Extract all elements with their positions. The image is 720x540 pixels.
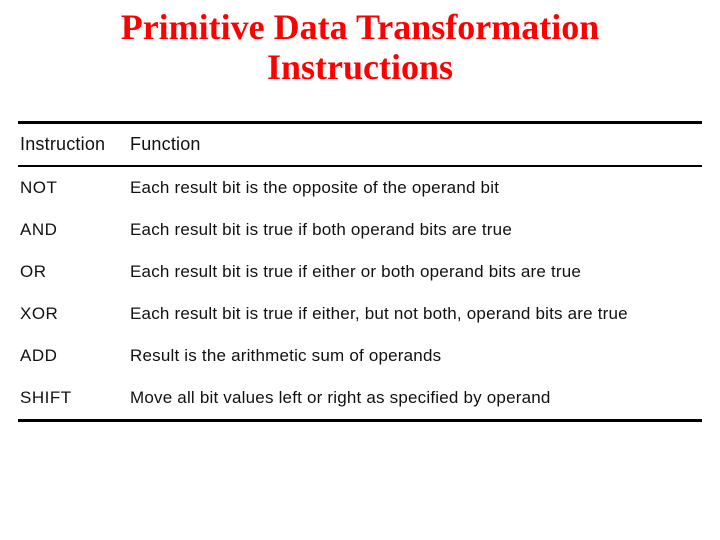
cell-function: Result is the arithmetic sum of operands [128,335,702,377]
header-function: Function [128,123,702,167]
header-instruction: Instruction [18,123,128,167]
cell-function: Move all bit values left or right as spe… [128,377,702,421]
table-row: SHIFT Move all bit values left or right … [18,377,702,421]
instructions-table: Instruction Function NOT Each result bit… [18,121,702,422]
page-title: Primitive Data Transformation Instructio… [0,0,720,91]
table-container: Instruction Function NOT Each result bit… [0,91,720,422]
title-line-1: Primitive Data Transformation [121,7,600,47]
cell-instruction: AND [18,209,128,251]
table-row: AND Each result bit is true if both oper… [18,209,702,251]
cell-instruction: XOR [18,293,128,335]
cell-instruction: SHIFT [18,377,128,421]
title-line-2: Instructions [267,47,453,87]
table-header-row: Instruction Function [18,123,702,167]
table-row: OR Each result bit is true if either or … [18,251,702,293]
table-row: ADD Result is the arithmetic sum of oper… [18,335,702,377]
cell-instruction: OR [18,251,128,293]
table-row: NOT Each result bit is the opposite of t… [18,166,702,209]
cell-function: Each result bit is the opposite of the o… [128,166,702,209]
cell-instruction: NOT [18,166,128,209]
cell-function: Each result bit is true if either or bot… [128,251,702,293]
cell-function: Each result bit is true if either, but n… [128,293,702,335]
cell-function: Each result bit is true if both operand … [128,209,702,251]
cell-instruction: ADD [18,335,128,377]
table-row: XOR Each result bit is true if either, b… [18,293,702,335]
